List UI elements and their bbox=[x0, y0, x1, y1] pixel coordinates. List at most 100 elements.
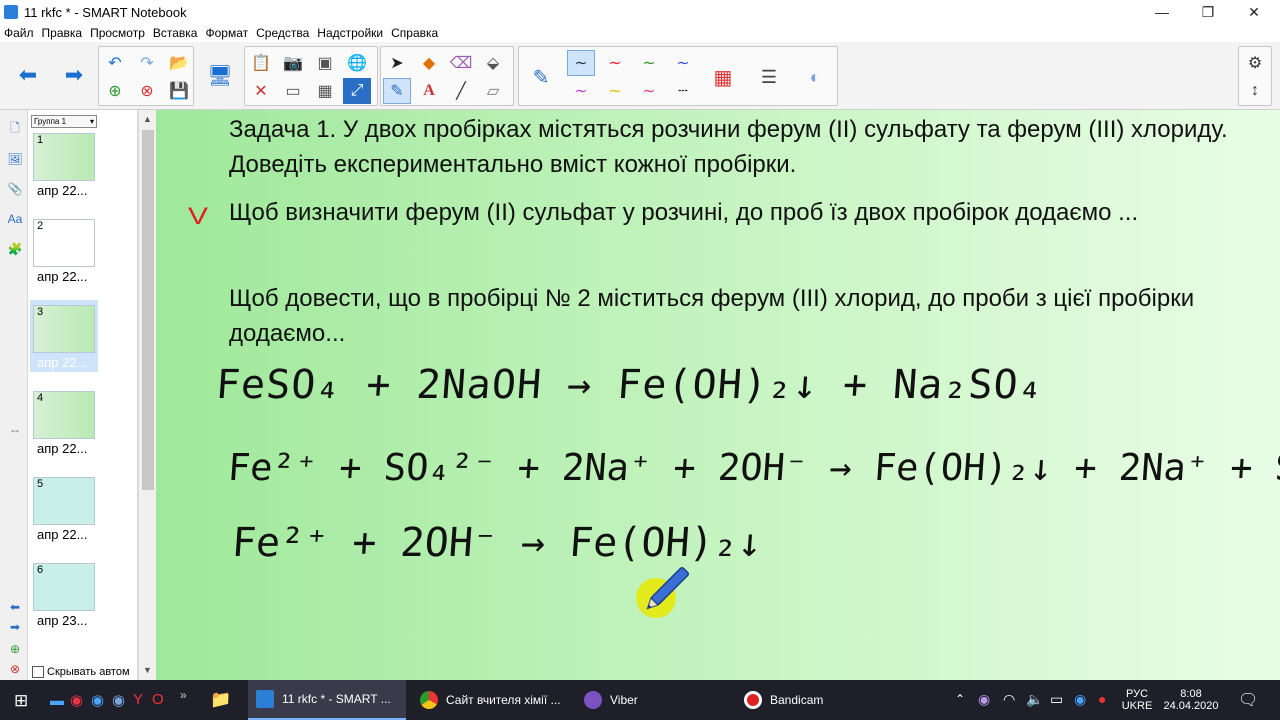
menu-file[interactable]: Файл bbox=[0, 26, 38, 40]
file-explorer-icon[interactable]: 📁 bbox=[210, 690, 231, 710]
menu-insert[interactable]: Вставка bbox=[149, 26, 202, 40]
delete-icon[interactable]: ✕ bbox=[247, 78, 275, 104]
add-page-icon[interactable]: ⊕ bbox=[101, 78, 129, 104]
yandex-icon[interactable]: Y bbox=[133, 691, 143, 708]
group-select-label: Группа 1 bbox=[34, 117, 67, 126]
magic-pen-icon[interactable]: ▱ bbox=[479, 78, 507, 104]
pens-icon[interactable]: ✎ bbox=[383, 78, 411, 104]
redo-icon[interactable]: ↷ bbox=[133, 50, 161, 76]
web-browser-icon[interactable]: 🌐 bbox=[343, 50, 371, 76]
close-button[interactable]: ✕ bbox=[1231, 0, 1277, 24]
group-select[interactable]: Группа 1 ▾ bbox=[31, 115, 97, 128]
scroll-up-icon[interactable]: ▲ bbox=[143, 114, 152, 124]
notifications-icon[interactable]: 🗨 bbox=[1238, 690, 1258, 710]
addons-tab-icon[interactable]: 🧩 bbox=[6, 240, 24, 258]
menu-tools[interactable]: Средства bbox=[252, 26, 313, 40]
menu-edit[interactable]: Правка bbox=[38, 26, 87, 40]
text-icon[interactable]: A bbox=[415, 78, 443, 104]
open-folder-icon[interactable]: 📂 bbox=[165, 50, 193, 76]
transparency-icon[interactable]: ◐ bbox=[801, 64, 829, 90]
menu-addons[interactable]: Надстройки bbox=[313, 26, 387, 40]
menu-view[interactable]: Просмотр bbox=[86, 26, 149, 40]
pen-color-magenta-icon[interactable]: ∼ bbox=[567, 78, 595, 104]
taskbar-item-viber[interactable]: Viber bbox=[576, 680, 734, 720]
insert-table-icon[interactable]: ▦ bbox=[311, 78, 339, 104]
taskbar-item-label: Сайт вчителя хімії ... bbox=[446, 693, 561, 707]
pen-color-black-icon[interactable]: ∼ bbox=[567, 50, 595, 76]
resize-panel-icon[interactable]: ↔ bbox=[6, 420, 24, 438]
pen-icon[interactable]: ✎ bbox=[527, 64, 555, 90]
color-palette-icon[interactable]: ▦ bbox=[709, 64, 737, 90]
fill-icon[interactable]: ⬙ bbox=[479, 50, 507, 76]
battery-icon[interactable]: ▭ bbox=[1050, 691, 1063, 708]
autohide-checkbox[interactable] bbox=[32, 666, 44, 678]
volume-icon[interactable]: 🔈 bbox=[1026, 691, 1043, 708]
quicklaunch-app-icon[interactable]: ◉ bbox=[91, 691, 104, 709]
pen-color-blue-icon[interactable]: ∼ bbox=[669, 50, 697, 76]
remove-icon[interactable]: ⊗ bbox=[6, 660, 24, 678]
whiteboard-page[interactable]: Задача 1. У двох пробірках містяться роз… bbox=[156, 110, 1280, 680]
bandicam-tray-icon[interactable]: ● bbox=[1098, 691, 1106, 707]
quicklaunch-desktop-icon[interactable]: ▬ bbox=[50, 692, 64, 708]
previous-page-icon[interactable]: ⬅ bbox=[14, 62, 42, 88]
pen-dashed-icon[interactable]: ┄ bbox=[669, 78, 697, 104]
taskbar-item-bandicam[interactable]: Bandicam bbox=[736, 680, 894, 720]
taskbar-item-chrome[interactable]: Сайт вчителя хімії ... bbox=[412, 680, 570, 720]
page-thumbnail-6[interactable]: 6 bbox=[33, 563, 95, 611]
gallery-tab-icon[interactable]: 🖼 bbox=[6, 150, 24, 168]
move-toolbar-icon[interactable]: ↕ bbox=[1241, 78, 1269, 104]
minimize-button[interactable]: — bbox=[1139, 0, 1185, 24]
line-icon[interactable]: ╱ bbox=[447, 78, 475, 104]
windows-start-icon[interactable]: ⊞ bbox=[14, 691, 28, 711]
restore-button[interactable]: ❐ bbox=[1185, 0, 1231, 24]
gear-icon[interactable]: ⚙ bbox=[1241, 50, 1269, 76]
next-page-icon[interactable]: ➡ bbox=[60, 62, 88, 88]
pen-color-red-icon[interactable]: ∼ bbox=[601, 50, 629, 76]
attachments-tab-icon[interactable]: 📎 bbox=[6, 180, 24, 198]
page-thumbnail-3[interactable]: 3 bbox=[33, 305, 95, 353]
pen-color-pink-icon[interactable]: ∼ bbox=[635, 78, 663, 104]
page-thumbnail-label: апр 22... bbox=[37, 441, 88, 456]
properties-tab-icon[interactable]: Aa bbox=[6, 210, 24, 228]
page-sorter-tab-icon[interactable]: 🗋 bbox=[6, 120, 24, 138]
menu-help[interactable]: Справка bbox=[387, 26, 442, 40]
opera-icon[interactable]: O bbox=[152, 691, 164, 708]
viber-tray-icon[interactable]: ◉ bbox=[978, 691, 990, 708]
wifi-icon[interactable]: ◠ bbox=[1003, 691, 1015, 708]
page-thumbnail-4[interactable]: 4 bbox=[33, 391, 95, 439]
screen-display-icon[interactable]: 🖥 bbox=[206, 62, 234, 88]
taskbar-item-smart-notebook[interactable]: 11 rkfc * - SMART ... bbox=[248, 680, 406, 720]
page-thumbnail-2[interactable]: 2 bbox=[33, 219, 95, 267]
full-screen-icon[interactable]: ⤢ bbox=[343, 78, 371, 104]
quicklaunch-more-icon[interactable]: » bbox=[180, 688, 187, 702]
save-icon[interactable]: 💾 bbox=[165, 78, 193, 104]
page-thumbnail-5[interactable]: 5 bbox=[33, 477, 95, 525]
clock[interactable]: 8:08 24.04.2020 bbox=[1158, 680, 1224, 720]
show-hide-screen-icon[interactable]: ▭ bbox=[279, 78, 307, 104]
input-language-indicator[interactable]: РУС UKRE bbox=[1118, 680, 1156, 720]
vertical-scrollbar[interactable]: ▲ ▼ bbox=[138, 110, 156, 680]
pen-color-green-icon[interactable]: ∼ bbox=[635, 50, 663, 76]
scroll-thumb[interactable] bbox=[142, 130, 154, 490]
shapes-icon[interactable]: ◆ bbox=[415, 50, 443, 76]
tray-app-icon[interactable]: ◉ bbox=[1074, 691, 1086, 708]
scroll-down-icon[interactable]: ▼ bbox=[143, 665, 152, 675]
menu-format[interactable]: Формат bbox=[201, 26, 252, 40]
show-hidden-icons-icon[interactable]: ⌃ bbox=[955, 692, 965, 706]
screen-shade-icon[interactable]: ▣ bbox=[311, 50, 339, 76]
paste-icon[interactable]: 📋 bbox=[247, 50, 275, 76]
line-style-icon[interactable]: ☰ bbox=[755, 64, 783, 90]
select-arrow-icon[interactable]: ➤ bbox=[383, 50, 411, 76]
eraser-icon[interactable]: ⌫ bbox=[447, 50, 475, 76]
quicklaunch-tool-icon[interactable]: ◉ bbox=[112, 691, 125, 709]
page-sorter: Группа 1 ▾ 1 апр 22... 2 апр 22... 3 апр… bbox=[28, 110, 138, 680]
pen-color-yellow-icon[interactable]: ∼ bbox=[601, 78, 629, 104]
undo-icon[interactable]: ↶ bbox=[101, 50, 129, 76]
delete-page-icon[interactable]: ⊗ bbox=[133, 78, 161, 104]
move-left-icon[interactable]: ⬅ bbox=[6, 598, 24, 616]
page-thumbnail-1[interactable]: 1 bbox=[33, 133, 95, 181]
chrome-icon[interactable]: ◉ bbox=[70, 691, 83, 709]
move-right-icon[interactable]: ➡ bbox=[6, 618, 24, 636]
screen-capture-icon[interactable]: 📷 bbox=[279, 50, 307, 76]
add-icon[interactable]: ⊕ bbox=[6, 640, 24, 658]
